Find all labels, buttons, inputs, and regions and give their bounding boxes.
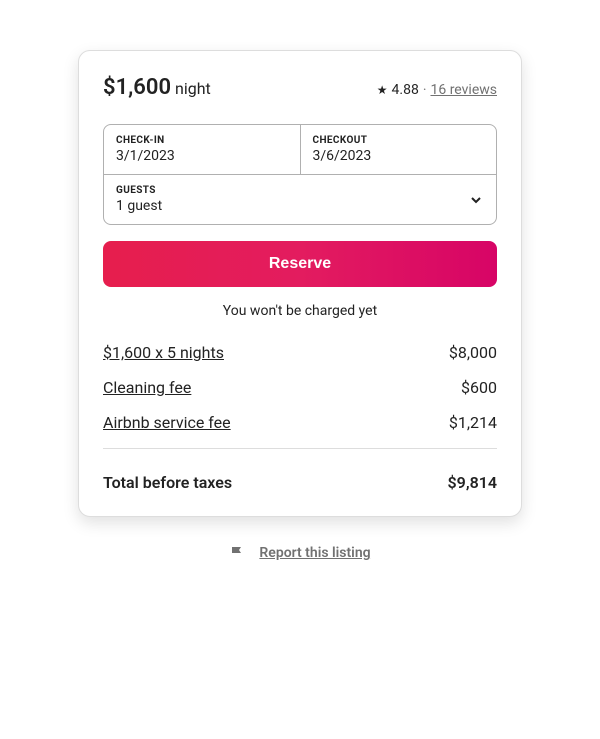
price-unit: night: [175, 79, 211, 98]
checkin-label: CHECK-IN: [116, 135, 288, 146]
price-breakdown: $1,600 x 5 nights $8,000 Cleaning fee $6…: [103, 343, 497, 432]
total-row: Total before taxes $9,814: [103, 473, 497, 492]
booking-inputs: CHECK-IN 3/1/2023 CHECKOUT 3/6/2023 GUES…: [103, 124, 497, 225]
nightly-rate-label[interactable]: $1,600 x 5 nights: [103, 343, 224, 362]
report-listing-link[interactable]: Report this listing: [259, 545, 370, 561]
checkin-value: 3/1/2023: [116, 148, 288, 164]
guests-label: GUESTS: [116, 185, 162, 196]
service-fee-label[interactable]: Airbnb service fee: [103, 413, 231, 432]
reserve-button[interactable]: Reserve: [103, 241, 497, 287]
divider: [103, 448, 497, 449]
reviews-link[interactable]: 16 reviews: [430, 82, 497, 98]
cleaning-fee-value: $600: [461, 378, 497, 397]
total-value: $9,814: [448, 473, 497, 492]
chevron-down-icon: [468, 192, 484, 208]
flag-icon: [229, 545, 245, 561]
dates-row: CHECK-IN 3/1/2023 CHECKOUT 3/6/2023: [104, 125, 496, 174]
price-amount: $1,600: [103, 75, 171, 100]
guests-field[interactable]: GUESTS 1 guest: [104, 174, 496, 224]
total-label: Total before taxes: [103, 473, 232, 492]
rating-score: 4.88: [392, 82, 419, 98]
line-item: $1,600 x 5 nights $8,000: [103, 343, 497, 362]
nightly-rate-value: $8,000: [449, 343, 497, 362]
checkin-field[interactable]: CHECK-IN 3/1/2023: [104, 125, 301, 174]
report-row: Report this listing: [78, 545, 522, 561]
separator-dot: ·: [423, 82, 427, 98]
guests-text: GUESTS 1 guest: [116, 185, 162, 214]
price-block: $1,600 night: [103, 75, 211, 100]
service-fee-value: $1,214: [449, 413, 497, 432]
price-header: $1,600 night ★ 4.88 · 16 reviews: [103, 75, 497, 100]
rating-block: ★ 4.88 · 16 reviews: [377, 82, 497, 98]
star-icon: ★: [377, 83, 388, 97]
checkout-field[interactable]: CHECKOUT 3/6/2023: [301, 125, 497, 174]
checkout-label: CHECKOUT: [313, 135, 485, 146]
cleaning-fee-label[interactable]: Cleaning fee: [103, 378, 191, 397]
no-charge-text: You won't be charged yet: [103, 303, 497, 319]
checkout-value: 3/6/2023: [313, 148, 485, 164]
line-item: Airbnb service fee $1,214: [103, 413, 497, 432]
guests-value: 1 guest: [116, 198, 162, 214]
line-item: Cleaning fee $600: [103, 378, 497, 397]
booking-card: $1,600 night ★ 4.88 · 16 reviews CHECK-I…: [78, 50, 522, 517]
